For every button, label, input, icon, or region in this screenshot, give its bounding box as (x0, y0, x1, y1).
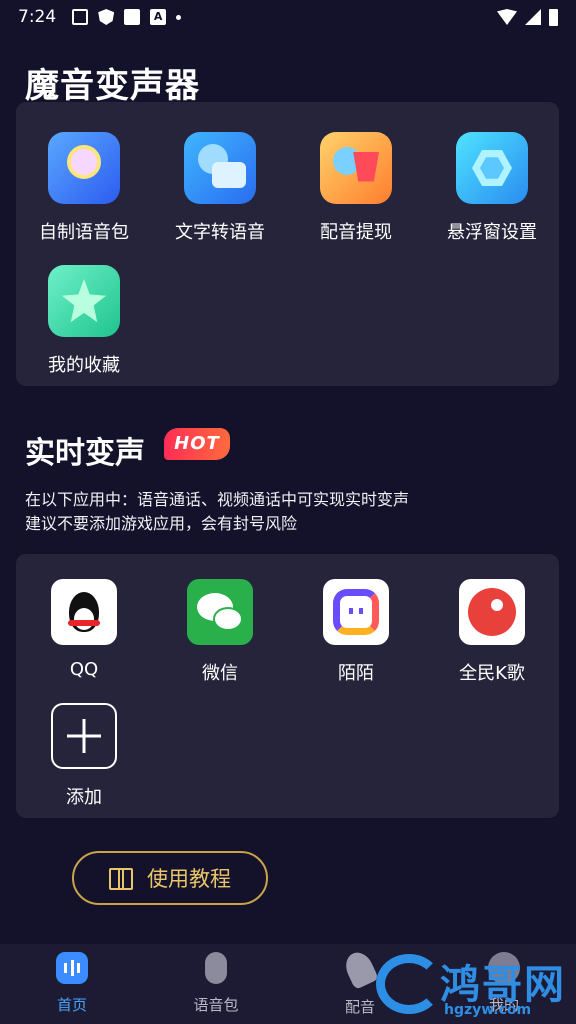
dot-icon (176, 14, 182, 20)
nav-label: 语音包 (193, 996, 239, 1014)
watermark: 鸿哥网 hgzyw.com (374, 952, 574, 1024)
status-left: 7:24 A (18, 7, 182, 27)
app-kge[interactable]: 全民K歌 (424, 579, 560, 685)
app-wechat[interactable]: 微信 (152, 579, 288, 685)
kge-icon (459, 579, 525, 645)
status-time: 7:24 (18, 7, 57, 27)
status-right (497, 8, 558, 26)
app-label: 全民K歌 (459, 663, 525, 684)
book-icon (109, 868, 133, 890)
tool-dubbing-withdraw[interactable]: 配音提现 (288, 132, 424, 244)
wifi-icon (497, 9, 517, 25)
apps-card: QQ 微信 陌陌 全民K歌 添加 (16, 554, 559, 818)
tool-voice-pack[interactable]: 自制语音包 (16, 132, 152, 244)
app-qq[interactable]: QQ (16, 579, 152, 680)
hexagon-icon (456, 132, 528, 204)
lollipop-mic-icon (48, 132, 120, 204)
status-bar: 7:24 A (0, 0, 576, 34)
realtime-warning: 建议不要添加游戏应用，会有封号风险 (25, 514, 298, 533)
page-title: 魔音变声器 (25, 66, 200, 106)
a-icon: A (150, 9, 167, 25)
tutorial-label: 使用教程 (147, 867, 231, 891)
tool-label: 文字转语音 (175, 222, 265, 243)
mic-cup-icon (320, 132, 392, 204)
microphone-icon (205, 952, 227, 984)
nav-label: 首页 (56, 996, 87, 1014)
tool-label: 我的收藏 (48, 355, 120, 376)
image-icon (72, 9, 89, 25)
square-icon (124, 9, 141, 25)
app-label: 微信 (202, 663, 238, 684)
plus-icon (51, 703, 117, 769)
watermark-swirl-icon (376, 954, 442, 1014)
app-momo[interactable]: 陌陌 (288, 579, 424, 685)
hot-badge: HOT (164, 428, 230, 460)
tool-text-to-speech[interactable]: 文字转语音 (152, 132, 288, 244)
nav-voice-pack[interactable]: 语音包 (166, 952, 266, 1015)
tutorial-button[interactable]: 使用教程 (72, 851, 268, 905)
tool-label: 配音提现 (320, 222, 392, 243)
signal-icon (525, 9, 541, 25)
tool-label: 自制语音包 (39, 222, 129, 243)
tools-card: 自制语音包 文字转语音 配音提现 悬浮窗设置 我的收藏 (16, 102, 559, 386)
home-icon (56, 952, 88, 984)
tool-favorites[interactable]: 我的收藏 (16, 265, 152, 377)
battery-icon (549, 8, 558, 26)
shield-x-icon (98, 9, 115, 25)
add-app-button[interactable]: 添加 (16, 703, 152, 809)
mic-card-icon (184, 132, 256, 204)
realtime-description: 在以下应用中：语音通话、视频通话中可实现实时变声 (25, 490, 410, 509)
qq-icon (51, 579, 117, 645)
app-label: 添加 (66, 787, 102, 808)
momo-icon (323, 579, 389, 645)
nav-home[interactable]: 首页 (22, 952, 122, 1015)
watermark-url: hgzyw.com (444, 1002, 532, 1018)
app-label: 陌陌 (338, 663, 374, 684)
star-icon (48, 265, 120, 337)
section-title-realtime: 实时变声 (25, 436, 145, 471)
tool-floating-window[interactable]: 悬浮窗设置 (424, 132, 560, 244)
app-label: QQ (69, 659, 99, 680)
wechat-icon (187, 579, 253, 645)
tool-label: 悬浮窗设置 (447, 222, 537, 243)
